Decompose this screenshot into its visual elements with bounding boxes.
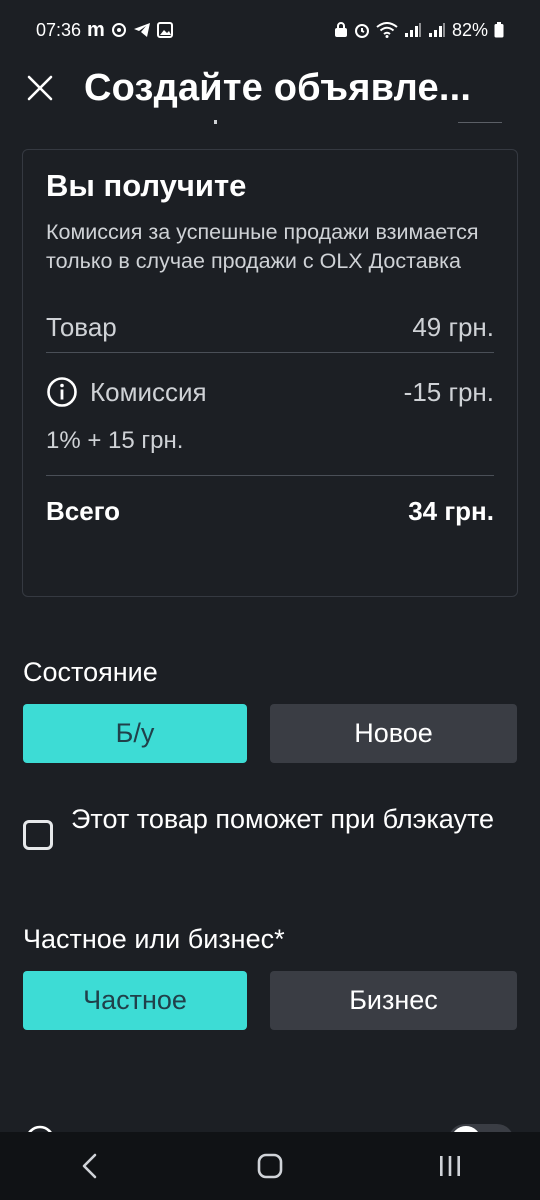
system-nav-bar (0, 1132, 540, 1200)
blackout-checkbox-row[interactable]: Этот товар поможет при блэкауте (23, 800, 503, 850)
total-label: Всего (46, 496, 121, 526)
seller-type-label: Частное или бизнес* (23, 924, 285, 954)
divider (46, 475, 494, 476)
product-row: Товар 49 грн. (46, 302, 494, 352)
divider (46, 352, 494, 353)
condition-new-button[interactable]: Новое (270, 704, 517, 763)
back-icon (82, 1153, 97, 1179)
seller-business-button[interactable]: Бизнес (270, 971, 517, 1030)
info-icon[interactable] (46, 376, 78, 408)
summary-title: Вы получите (46, 168, 247, 203)
total-value: 34 грн. (408, 496, 494, 526)
signal-icon-sim1 (404, 22, 422, 38)
scroll-remnant-line (458, 122, 502, 123)
close-icon (27, 75, 53, 101)
gallery-icon (156, 22, 173, 38)
status-left: 07:36 m (36, 19, 173, 42)
status-bar: 07:36 m 82% (0, 0, 540, 60)
status-brand: m (87, 18, 105, 41)
blackout-checkbox[interactable] (23, 820, 53, 850)
seller-private-button[interactable]: Частное (23, 971, 247, 1030)
status-right: 82% (334, 20, 504, 41)
total-row: Всего 34 грн. (46, 496, 494, 527)
close-button[interactable] (20, 68, 60, 108)
recents-nav-button[interactable] (420, 1136, 480, 1196)
back-nav-button[interactable] (60, 1136, 120, 1196)
page-title: Создайте объявле... (84, 66, 472, 109)
condition-used-button[interactable]: Б/у (23, 704, 247, 763)
product-value: 49 грн. (412, 311, 494, 342)
commission-formula: 1% + 15 грн. (46, 427, 184, 454)
header: Создайте объявле... (0, 60, 540, 116)
wifi-icon (376, 22, 398, 38)
notification-icon (111, 22, 127, 38)
status-time: 07:36 (36, 19, 82, 40)
earnings-summary-card: Вы получите Комиссия за успешные продажи… (22, 149, 518, 597)
scroll-remnant-dot (214, 120, 217, 124)
condition-label: Состояние (23, 657, 158, 687)
blackout-checkbox-label: Этот товар поможет при блэкауте (71, 804, 495, 834)
lock-icon (334, 22, 348, 38)
summary-description: Комиссия за успешные продажи взимается т… (46, 220, 479, 273)
battery-icon (494, 22, 504, 38)
commission-value: -15 грн. (403, 376, 494, 407)
scroll-remnant (0, 120, 540, 126)
signal-icon-sim2 (428, 22, 446, 38)
commission-left: Комиссия (46, 376, 207, 408)
home-nav-button[interactable] (240, 1136, 300, 1196)
home-icon (257, 1153, 283, 1179)
telegram-icon (133, 22, 151, 38)
battery-percent: 82% (451, 19, 488, 40)
product-label: Товар (46, 311, 117, 342)
commission-label: Комиссия (90, 376, 207, 407)
commission-row: Комиссия -15 грн. (46, 375, 494, 409)
recents-icon (440, 1156, 460, 1176)
alarm-icon (354, 22, 370, 38)
